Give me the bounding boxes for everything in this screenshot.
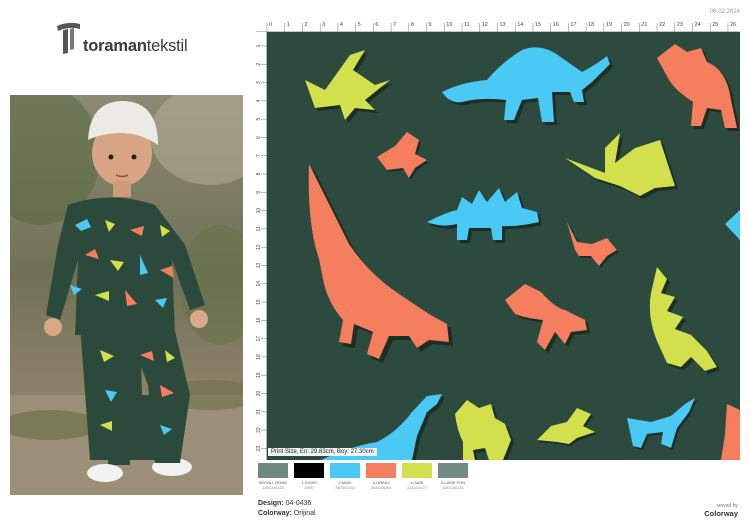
print-size-label: Print Size, En: 29.83cm, Boy: 27.30cm xyxy=(268,448,377,456)
ruler-label: 21 xyxy=(641,22,647,28)
ruler-label: 11 xyxy=(464,22,470,28)
ruler-label: 17 xyxy=(256,336,262,342)
color-swatches: BOYALI ZEMIN 115/140/131 1-SIYAH 0/0/0 2-M… xyxy=(258,463,468,490)
swatch-chip xyxy=(402,463,432,478)
swatch: 4-SARI 211/224/77 xyxy=(402,463,432,490)
ruler-label: 3 xyxy=(322,22,325,28)
ruler-label: 8 xyxy=(411,22,414,28)
ruler-label: 21 xyxy=(256,409,262,415)
colorway-label: Colorway: xyxy=(258,510,292,517)
design-label: Design: xyxy=(258,500,284,507)
brand-name-bold: toraman xyxy=(83,37,147,55)
ruler-label: 11 xyxy=(256,226,262,231)
pattern-artwork xyxy=(267,32,740,460)
ruler-label: 16 xyxy=(256,317,262,323)
ruler-label: 15 xyxy=(535,22,541,28)
swatch-chip xyxy=(366,463,396,478)
ruler-label: 6 xyxy=(256,136,262,139)
ruler-label: 13 xyxy=(499,22,505,28)
design-code: 04-0436 xyxy=(285,500,312,507)
swatch: 3-ORANJ 244/126/94 xyxy=(366,463,396,490)
ruler-label: 1 xyxy=(256,44,262,47)
ruler-label: 5 xyxy=(358,22,361,28)
brand-logo: toramantekstil xyxy=(54,20,244,60)
ruler-label: 5 xyxy=(256,118,262,121)
ruler-label: 23 xyxy=(256,445,262,451)
ruler-label: 19 xyxy=(606,22,612,28)
swatch-code: 74/201/244 xyxy=(334,485,356,490)
ruler-label: 18 xyxy=(256,354,262,360)
ruler-label: 7 xyxy=(256,154,262,157)
ruler-label: 2 xyxy=(256,63,262,66)
ruler-label: 16 xyxy=(553,22,559,28)
swatch: BOYALI ZEMIN 115/140/131 xyxy=(258,463,288,490)
ruler-label: 2 xyxy=(304,22,307,28)
ruler-label: 6 xyxy=(375,22,378,28)
ruler-label: 9 xyxy=(256,191,262,194)
colorway-value: Orijinal xyxy=(293,510,316,517)
ruler-left: 1234567891011121314151617181920212223 xyxy=(256,32,267,460)
ruler-label: 15 xyxy=(256,299,262,305)
swatch-chip xyxy=(258,463,288,478)
swatch-chip xyxy=(438,463,468,478)
ruler-label: 10 xyxy=(256,208,262,214)
swatch: 5-LAVIE FON 115/140/131 xyxy=(438,463,468,490)
ruler-label: 14 xyxy=(256,281,262,287)
ruler-label: 13 xyxy=(256,262,262,268)
ruler-label: 9 xyxy=(429,22,432,28)
ruler-label: 22 xyxy=(256,427,262,433)
ruler-label: 24 xyxy=(694,22,700,28)
swatch-code: 211/224/77 xyxy=(407,485,427,490)
ruler-label: 12 xyxy=(482,22,488,28)
ruler-label: 20 xyxy=(256,391,262,397)
design-meta: Design: 04-0436 Colorway: Orijinal xyxy=(258,500,316,520)
brand-mark-icon xyxy=(57,22,80,54)
design-row: Design: 04-0436 xyxy=(258,500,316,507)
swatch: 1-SIYAH 0/0/0 xyxy=(294,463,324,490)
ruler-label: 23 xyxy=(677,22,683,28)
ruler-label: 10 xyxy=(446,22,452,28)
swatch-code: 115/140/131 xyxy=(442,485,464,490)
swatch-chip xyxy=(294,463,324,478)
swatch-code: 244/126/94 xyxy=(370,485,392,490)
swatch-code: 0/0/0 xyxy=(304,485,314,490)
ruler-label: 4 xyxy=(340,22,343,28)
ruler-label: 1 xyxy=(287,22,290,28)
ruler-label: 4 xyxy=(256,99,262,102)
swatch-code: 115/140/131 xyxy=(262,485,284,490)
swatch: 2-MAVI 74/201/244 xyxy=(330,463,360,490)
ruler-label: 8 xyxy=(256,172,262,175)
ruler-label: 14 xyxy=(517,22,523,28)
ruler-label: 7 xyxy=(393,22,396,28)
ruler-label: 3 xyxy=(256,81,262,84)
ruler-label: 25 xyxy=(712,22,718,28)
served-by-brand: Colorway xyxy=(704,509,738,518)
ruler-label: 19 xyxy=(256,372,262,378)
ruler-label: 18 xyxy=(588,22,594,28)
ruler-label: 20 xyxy=(624,22,630,28)
colorway-row: Colorway: Orijinal xyxy=(258,510,316,517)
served-by: served by Colorway xyxy=(704,503,738,518)
ruler-top: 0 1 2 3 4 5 6 7 8 9 10 11 12 13 14 15 16 17 18 19 20 21 22 23 24… xyxy=(256,18,740,32)
product-photo xyxy=(10,95,243,495)
ruler-label: 26 xyxy=(730,22,736,28)
document-date: 06.02.2024 xyxy=(709,9,740,15)
ruler-label: 22 xyxy=(659,22,665,28)
brand-name-light: tekstil xyxy=(146,37,188,55)
ruler-label: 17 xyxy=(570,22,576,28)
ruler-label: 12 xyxy=(256,244,262,250)
ruler-label: 0 xyxy=(269,22,272,28)
brand-wordmark: toramantekstil xyxy=(83,37,188,56)
swatch-chip xyxy=(330,463,360,478)
